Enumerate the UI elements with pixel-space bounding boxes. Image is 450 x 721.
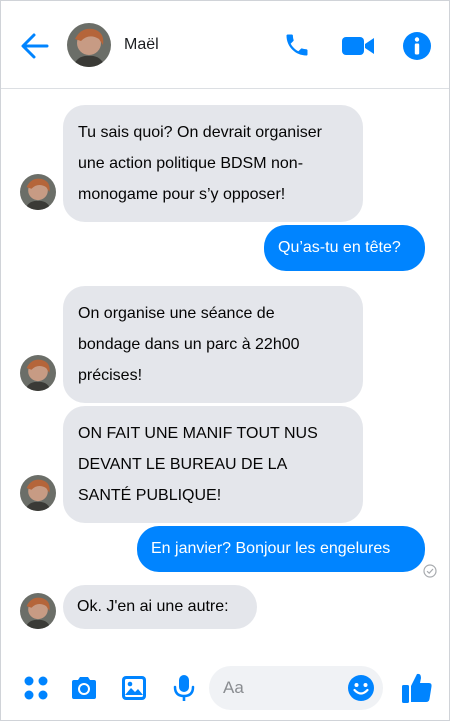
message-line: une action politique BDSM non- <box>78 155 304 172</box>
message-outgoing[interactable]: En janvier? Bonjour les engelures <box>137 526 425 572</box>
message-composer <box>1 656 449 720</box>
message-incoming[interactable]: Ok. J'en ai une autre: <box>63 585 257 629</box>
info-icon[interactable] <box>402 31 432 61</box>
message-input-wrapper <box>209 666 383 710</box>
message-line: SANTÉ PUBLIQUE! <box>78 487 222 504</box>
contact-avatar[interactable] <box>67 23 111 67</box>
menu-dots-icon[interactable] <box>21 673 51 703</box>
image-icon[interactable] <box>119 673 149 703</box>
thumbs-up-icon[interactable] <box>400 671 434 705</box>
message-input[interactable] <box>223 666 343 710</box>
phone-icon[interactable] <box>283 31 311 59</box>
emoji-icon[interactable] <box>347 674 375 702</box>
seen-check-icon <box>423 564 437 578</box>
message-line: Tu sais quoi? On devrait organiser <box>78 124 322 141</box>
message-line: bondage dans un parc à 22h00 <box>78 336 300 353</box>
contact-avatar[interactable] <box>20 593 56 629</box>
contact-name[interactable]: Maël <box>124 36 159 54</box>
message-line: monogame pour s’y opposer! <box>78 186 286 203</box>
message-line: DEVANT LE BUREAU DE LA <box>78 456 288 473</box>
message-incoming[interactable]: Tu sais quoi? On devrait organiser une a… <box>63 105 363 222</box>
chat-header: Maël <box>1 1 449 89</box>
message-line: On organise une séance de <box>78 305 275 322</box>
video-camera-icon[interactable] <box>341 34 375 58</box>
back-arrow-icon[interactable] <box>19 31 51 61</box>
message-incoming[interactable]: ON FAIT UNE MANIF TOUT NUS DEVANT LE BUR… <box>63 406 363 523</box>
camera-icon[interactable] <box>69 673 99 703</box>
contact-avatar[interactable] <box>20 174 56 210</box>
microphone-icon[interactable] <box>169 673 199 703</box>
message-incoming[interactable]: On organise une séance de bondage dans u… <box>63 286 363 403</box>
message-line: ON FAIT UNE MANIF TOUT NUS <box>78 425 318 442</box>
chat-window: Maël Tu sais quoi? On devrait organiser … <box>0 0 450 721</box>
message-line: précises! <box>78 367 143 384</box>
contact-avatar[interactable] <box>20 355 56 391</box>
message-outgoing[interactable]: Qu’as-tu en tête? <box>264 225 425 271</box>
contact-avatar[interactable] <box>20 475 56 511</box>
